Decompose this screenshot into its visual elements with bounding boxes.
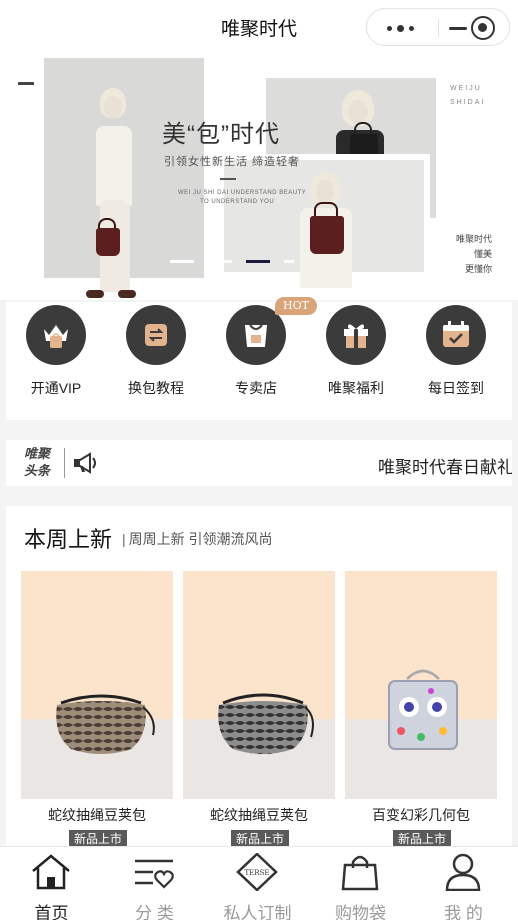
- product-image: [345, 571, 497, 799]
- more-options-icon[interactable]: [381, 18, 427, 38]
- mini-program-capsule: [366, 8, 510, 46]
- quick-item-label: 唯聚福利: [328, 380, 384, 396]
- quick-item-label: 每日签到: [428, 380, 484, 396]
- tab-custom[interactable]: TERSE 私人订制: [206, 847, 309, 920]
- product-card[interactable]: 蛇纹抽绳豆荚包 新品上市: [21, 571, 173, 851]
- home-icon: [29, 853, 73, 891]
- carousel-indicator-4[interactable]: [284, 260, 294, 263]
- quick-menu: 开通VIP 换包教程 专卖店 唯聚福利 每日签到 HOT: [6, 297, 512, 420]
- close-target-icon[interactable]: [471, 16, 495, 40]
- quick-item-swap-tutorial[interactable]: 换包教程: [106, 302, 206, 420]
- product-image: [183, 571, 335, 799]
- banner-subline: 引领女性新生活 缔造轻奢: [164, 156, 301, 168]
- navigation-bar: 唯聚时代: [0, 0, 518, 54]
- banner-side-text: 唯聚时代 懂美 更懂你: [455, 234, 492, 274]
- tab-shopping-bag[interactable]: 购物袋: [309, 847, 412, 920]
- carousel-indicator-2[interactable]: [208, 260, 232, 263]
- hero-banner-carousel[interactable]: 美“包”时代 引领女性新生活 缔造轻奢 WEI JU SHI DAI UNDER…: [0, 54, 518, 300]
- tab-label: 分 类: [135, 904, 174, 920]
- hot-badge: HOT: [275, 297, 317, 315]
- banner-headline: 美“包”时代: [162, 121, 280, 148]
- carousel-indicator-3-active[interactable]: [246, 260, 270, 263]
- quick-item-vip[interactable]: 开通VIP: [6, 302, 106, 420]
- tab-home[interactable]: 首页: [0, 847, 103, 920]
- product-name: 百变幻彩几何包: [372, 807, 470, 823]
- banner-english-line-1: WEI JU SHI DAI UNDERSTAND BEAUTY: [178, 190, 307, 196]
- quick-item-label: 开通VIP: [30, 380, 82, 396]
- product-name: 蛇纹抽绳豆荚包: [210, 807, 308, 823]
- banner-divider: [220, 178, 236, 180]
- product-image: [21, 571, 173, 799]
- quick-item-welfare[interactable]: 唯聚福利: [306, 302, 406, 420]
- quick-item-checkin[interactable]: 每日签到: [406, 302, 506, 420]
- prev-slide-peek: [18, 82, 34, 85]
- ticker-divider: [64, 448, 65, 478]
- headline-logo: 唯聚 头条: [24, 446, 51, 478]
- ticker-text: 唯聚时代春日献礼: [378, 458, 512, 477]
- banner-english-line-2: TO UNDERSTAND YOU: [200, 199, 275, 205]
- category-list-icon: [132, 853, 176, 891]
- swap-icon: [126, 305, 186, 365]
- crown-bag-icon: [26, 305, 86, 365]
- tab-label: 购物袋: [335, 904, 386, 920]
- tab-label: 私人订制: [223, 904, 292, 920]
- tab-category[interactable]: 分 类: [103, 847, 206, 920]
- minimize-icon[interactable]: [447, 17, 471, 39]
- tab-profile[interactable]: 我 的: [412, 847, 515, 920]
- banner-vertical-brand: WEIJU SHIDAI: [450, 85, 486, 106]
- quick-item-label: 换包教程: [128, 380, 184, 396]
- gift-icon: [326, 305, 386, 365]
- headline-ticker[interactable]: 唯聚 头条 唯聚时代春日献礼: [6, 440, 512, 486]
- megaphone-icon: [72, 450, 100, 476]
- terse-logo-text: TERSE: [245, 869, 270, 877]
- bottom-tab-bar: 首页 分 类 TERSE 私人订制 购物袋 我 的: [0, 846, 518, 920]
- terse-diamond-icon: TERSE: [235, 852, 279, 892]
- product-card[interactable]: 百变幻彩几何包 新品上市: [345, 571, 497, 851]
- user-icon: [441, 853, 485, 892]
- new-arrivals-section: 本周上新 周周上新 引领潮流风尚 蛇纹抽绳豆荚包 新品上市: [6, 506, 512, 848]
- tab-label: 我 的: [444, 904, 483, 920]
- tab-label: 首页: [34, 904, 69, 920]
- section-subtitle: 周周上新 引领潮流风尚: [122, 529, 273, 549]
- section-title: 本周上新: [24, 527, 113, 552]
- product-card[interactable]: 蛇纹抽绳豆荚包 新品上市: [183, 571, 335, 851]
- quick-item-store[interactable]: 专卖店: [206, 302, 306, 420]
- quick-item-label: 专卖店: [235, 380, 277, 396]
- shopping-bag-icon: [338, 853, 382, 891]
- product-name: 蛇纹抽绳豆荚包: [48, 807, 146, 823]
- carousel-indicator-1[interactable]: [170, 260, 194, 263]
- calendar-check-icon: [426, 305, 486, 365]
